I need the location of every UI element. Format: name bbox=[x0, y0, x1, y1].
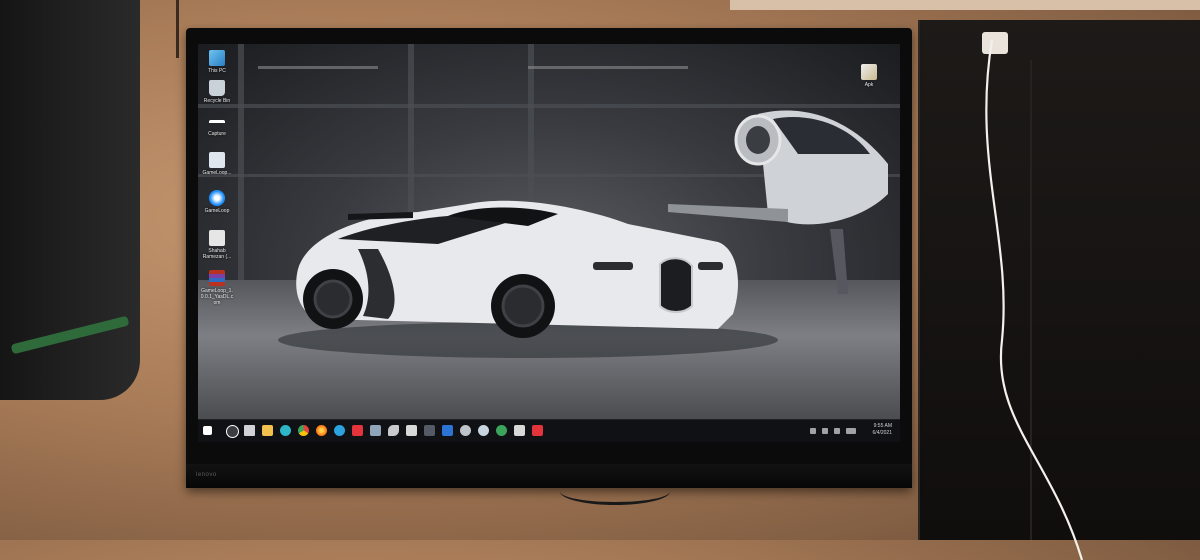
monitor-brand: lenovo bbox=[196, 472, 217, 478]
monitor-bezel: lenovo bbox=[186, 464, 912, 488]
capture-icon bbox=[209, 120, 225, 129]
folder-icon[interactable] bbox=[262, 425, 273, 436]
steam-icon[interactable] bbox=[478, 425, 489, 436]
desktop-screen: This PC Recycle Bin Capture GameLoop... … bbox=[198, 44, 900, 442]
desktop-icon-recycle-bin[interactable]: Recycle Bin bbox=[200, 80, 234, 104]
desktop-icon-label: Recycle Bin bbox=[203, 98, 231, 104]
wall-wire bbox=[176, 0, 179, 58]
taskbar-clock[interactable]: 9:55 AM 6/4/2021 bbox=[873, 423, 892, 437]
search-icon[interactable] bbox=[226, 425, 239, 438]
desktop-icon-shahab-ramezan[interactable]: Shahab Ramezan (... bbox=[200, 230, 234, 260]
apk-icon bbox=[861, 64, 877, 80]
desktop-icon-label: Apk bbox=[864, 82, 874, 88]
desktop-icon-label: Capture bbox=[208, 131, 226, 137]
wallpaper-art bbox=[278, 110, 888, 358]
desktop-icon-gameloop[interactable]: GameLoop bbox=[200, 190, 234, 214]
sports-car bbox=[296, 200, 738, 338]
desktop-icon-this-pc[interactable]: This PC bbox=[200, 50, 234, 74]
audio-file-icon bbox=[209, 230, 225, 246]
recycle-bin-icon bbox=[209, 80, 225, 96]
gear-icon[interactable] bbox=[460, 425, 471, 436]
winrar-archive-icon bbox=[209, 270, 225, 286]
media-player-icon[interactable] bbox=[352, 425, 363, 436]
desktop-icon-gameloop-archive[interactable]: GameLoop_1.0.0.1_YasDL.com bbox=[200, 270, 234, 306]
volume-icon[interactable] bbox=[834, 428, 840, 434]
chevron-up-icon[interactable] bbox=[810, 428, 816, 434]
desktop-icon-label: Shahab Ramezan (... bbox=[202, 248, 232, 260]
desktop-icon-capture[interactable]: Capture bbox=[200, 120, 234, 137]
desktop-icon-label: GameLoop_1.0.0.1_YasDL.com bbox=[200, 288, 234, 306]
desktop-icon-label: GameLoop... bbox=[202, 170, 232, 176]
desktop-icon-gameloop-file[interactable]: GameLoop... bbox=[200, 152, 234, 176]
keyboard-language-icon[interactable] bbox=[846, 428, 856, 434]
shelf bbox=[730, 0, 1200, 10]
chrome-icon[interactable] bbox=[298, 425, 309, 436]
computer-icon bbox=[209, 50, 225, 66]
curtain bbox=[0, 0, 140, 400]
power-cable bbox=[985, 40, 1084, 560]
taskbar: 9:55 AM 6/4/2021 bbox=[198, 419, 900, 442]
app-icon[interactable] bbox=[424, 425, 435, 436]
gameloop-icon bbox=[209, 190, 225, 206]
app-icon[interactable] bbox=[406, 425, 417, 436]
app-icon[interactable] bbox=[370, 425, 381, 436]
clock-time: 9:55 AM bbox=[873, 423, 892, 429]
desktop-icon-label: This PC bbox=[208, 68, 226, 74]
app-icon[interactable] bbox=[532, 425, 543, 436]
desktop-icon-label: GameLoop bbox=[204, 208, 230, 214]
app-icon[interactable] bbox=[514, 425, 525, 436]
network-icon[interactable] bbox=[822, 428, 828, 434]
desktop-icon-apk[interactable]: Apk bbox=[852, 64, 886, 88]
task-view-icon[interactable] bbox=[244, 425, 255, 436]
clock-date: 6/4/2021 bbox=[872, 430, 892, 436]
monitor: This PC Recycle Bin Capture GameLoop... … bbox=[186, 28, 912, 488]
telegram-icon[interactable] bbox=[334, 425, 345, 436]
bird-icon[interactable] bbox=[388, 425, 399, 436]
firefox-icon[interactable] bbox=[316, 425, 327, 436]
photoshop-icon[interactable] bbox=[442, 425, 453, 436]
windows-start-icon[interactable] bbox=[203, 426, 212, 435]
file-icon bbox=[209, 152, 225, 168]
app-icon[interactable] bbox=[496, 425, 507, 436]
curtain-stripe bbox=[10, 315, 130, 355]
edge-icon[interactable] bbox=[280, 425, 291, 436]
